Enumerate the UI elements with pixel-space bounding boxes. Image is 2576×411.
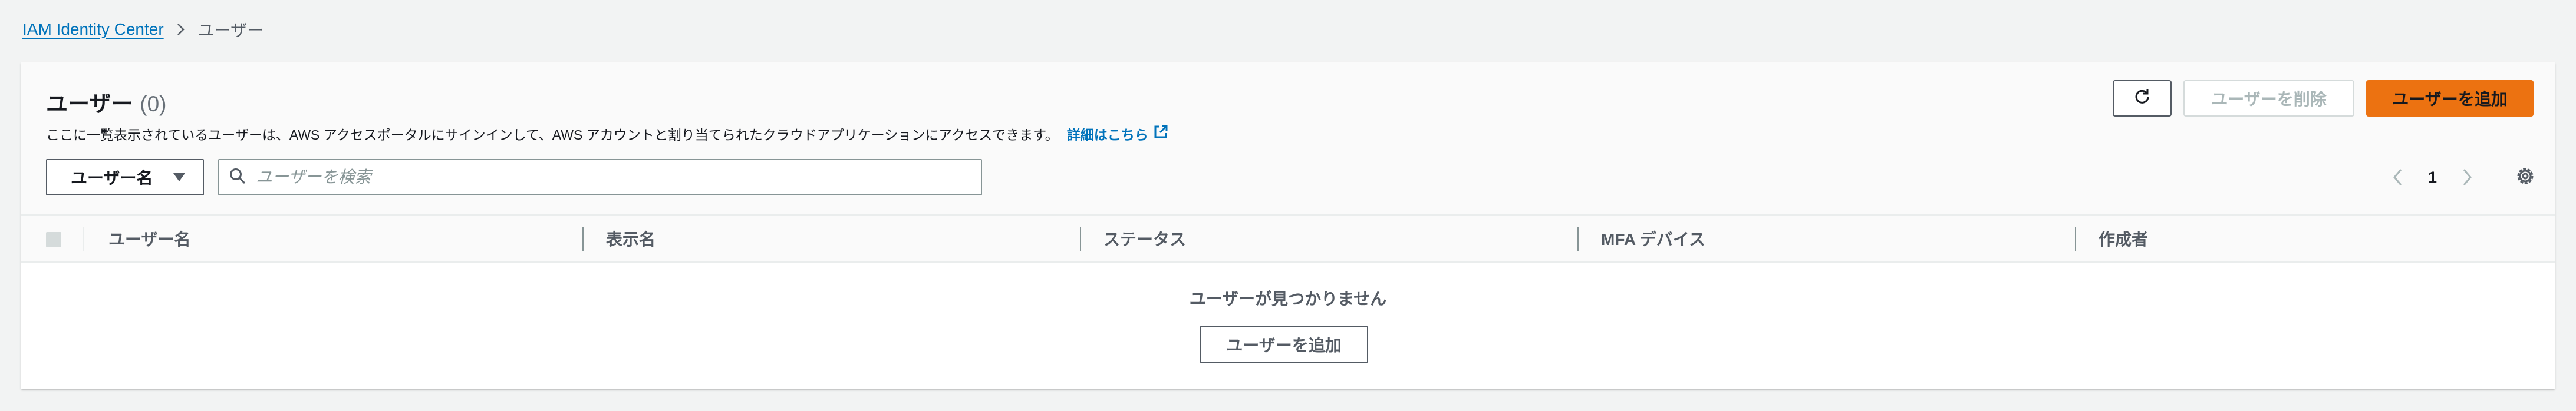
select-all-checkbox[interactable] [46, 232, 61, 247]
column-header-created-by[interactable]: 作成者 [2099, 216, 2148, 261]
add-user-button[interactable]: ユーザーを追加 [2366, 80, 2534, 117]
filter-row: ユーザー名 [46, 159, 982, 195]
column-header-mfa-devices[interactable]: MFA デバイス [1601, 216, 1705, 261]
learn-more-link[interactable]: 詳細はこちら [1067, 124, 1168, 144]
current-page-number[interactable]: 1 [2426, 168, 2439, 187]
previous-page-button[interactable] [2388, 163, 2408, 192]
column-divider[interactable] [2075, 227, 2076, 251]
users-panel: ユーザー (0) ここに一覧表示されているユーザーは、AWS アクセスポータルに… [21, 62, 2555, 389]
learn-more-label: 詳細はこちら [1066, 127, 1148, 142]
table-header: ユーザー名 表示名 ステータス MFA デバイス 作成者 [21, 216, 2555, 263]
column-header-status[interactable]: ステータス [1103, 216, 1186, 261]
breadcrumb-link-identity-center[interactable]: IAM Identity Center [22, 20, 164, 39]
search-icon [229, 167, 246, 188]
column-header-username[interactable]: ユーザー名 [108, 216, 190, 261]
title-text: ユーザー [46, 92, 133, 116]
header-actions: ユーザーを削除 ユーザーを追加 [2113, 80, 2534, 117]
column-divider[interactable] [582, 227, 584, 251]
empty-state-message: ユーザーが見つかりません [1189, 290, 1387, 308]
column-divider[interactable] [1080, 227, 1081, 251]
refresh-button[interactable] [2113, 80, 2172, 117]
breadcrumb-current: ユーザー [197, 21, 264, 39]
delete-user-button[interactable]: ユーザーを削除 [2183, 80, 2354, 117]
breadcrumb: IAM Identity Center ユーザー [22, 18, 263, 41]
panel-description: ここに一覧表示されているユーザーは、AWS アクセスポータルにサインインして、A… [46, 124, 1168, 144]
caret-down-icon [172, 168, 186, 187]
user-count: (0) [140, 92, 167, 116]
refresh-icon [2133, 87, 2152, 110]
property-select[interactable]: ユーザー名 [46, 159, 204, 195]
next-page-button[interactable] [2457, 163, 2477, 192]
gear-icon [2515, 166, 2535, 189]
property-select-value: ユーザー名 [71, 169, 153, 187]
table-settings-button[interactable] [2512, 163, 2538, 192]
search-input[interactable] [256, 168, 971, 187]
panel-header: ユーザー (0) ここに一覧表示されているユーザーは、AWS アクセスポータルに… [21, 62, 2555, 216]
description-text: ここに一覧表示されているユーザーは、AWS アクセスポータルにサインインして、A… [46, 127, 1059, 142]
external-link-icon [1153, 124, 1168, 143]
search-box[interactable] [218, 159, 982, 195]
column-divider [83, 227, 84, 251]
chevron-right-icon [174, 23, 187, 36]
column-divider[interactable] [1577, 227, 1579, 251]
page-title: ユーザー (0) [46, 86, 167, 118]
pagination: 1 [2388, 163, 2538, 192]
empty-state-add-user-button[interactable]: ユーザーを追加 [1200, 326, 1368, 363]
column-header-display-name[interactable]: 表示名 [606, 216, 655, 261]
